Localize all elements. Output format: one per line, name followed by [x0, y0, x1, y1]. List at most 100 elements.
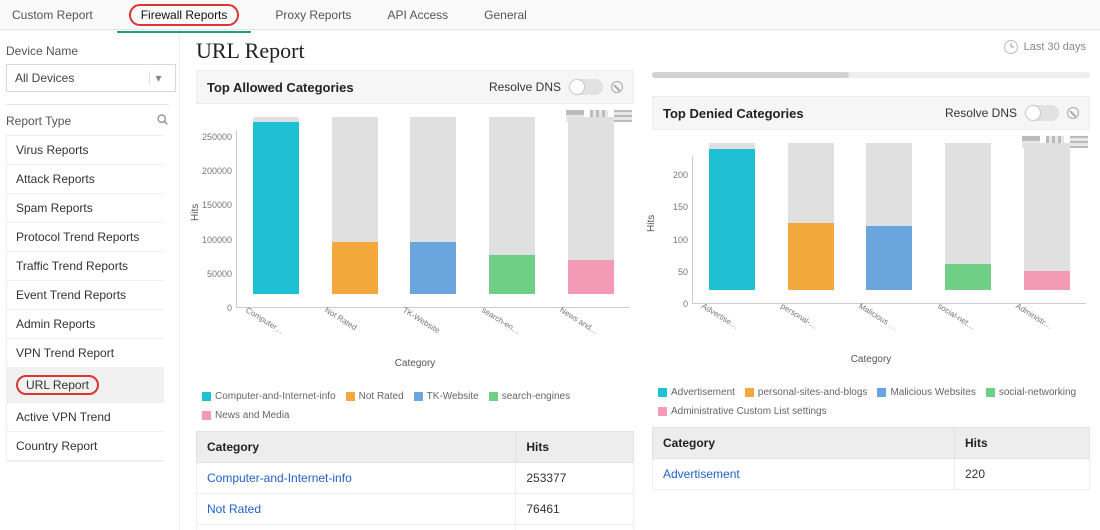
report-item[interactable]: Traffic Trend Reports	[7, 252, 164, 281]
category-link[interactable]: Not Rated	[197, 494, 516, 525]
table-row: Not Rated76461	[197, 494, 634, 525]
resolve-dns-toggle-allowed[interactable]	[569, 79, 603, 95]
category-link[interactable]: Advertisement	[653, 459, 955, 490]
bar: Advertisement	[693, 143, 772, 303]
bar-x-label: TK-Website	[389, 298, 441, 335]
report-item[interactable]: Event Trend Reports	[7, 281, 164, 310]
hits-cell: 76461	[516, 494, 634, 525]
y-tick: 50000	[207, 269, 232, 279]
time-range[interactable]: Last 30 days	[1004, 40, 1086, 54]
highlight-selected-report: URL Report	[16, 375, 99, 395]
tab-custom-report[interactable]: Custom Report	[6, 2, 99, 28]
report-item[interactable]: Virus Reports	[7, 136, 164, 165]
legend-swatch-icon	[658, 388, 667, 397]
legend-item: search-engines	[489, 391, 570, 402]
legend-item: Administrative Custom List settings	[658, 406, 827, 417]
bar: personal-sites-and...	[772, 143, 851, 303]
allowed-x-axis-label: Category	[196, 358, 634, 369]
search-icon[interactable]	[156, 113, 169, 129]
table-row: TK-Website76120	[197, 525, 634, 530]
col-hits[interactable]: Hits	[516, 432, 634, 463]
legend-item: TK-Website	[414, 391, 479, 402]
denied-panel: Top Denied Categories Resolve DNS 050100…	[652, 70, 1090, 530]
bar: Not Rated	[316, 117, 395, 307]
denied-table: Category Hits Advertisement220	[652, 427, 1090, 490]
device-select-value: All Devices	[15, 71, 74, 85]
y-tick: 50	[678, 267, 688, 277]
y-tick: 150	[673, 202, 688, 212]
bar: Malicious Websites	[850, 143, 929, 303]
bar-x-label: search-engines	[468, 298, 522, 336]
report-item[interactable]: Spam Reports	[7, 194, 164, 223]
report-item[interactable]: Admin Reports	[7, 310, 164, 339]
tab-firewall-reports[interactable]: Firewall Reports	[123, 0, 246, 32]
y-tick: 100000	[202, 235, 232, 245]
legend-swatch-icon	[414, 392, 423, 401]
bar: Computer-and-Inter...	[237, 117, 316, 307]
tab-api-access[interactable]: API Access	[381, 2, 454, 28]
bar: search-engines	[473, 117, 552, 307]
hits-cell: 76120	[516, 525, 634, 530]
report-item[interactable]: VPN Trend Report	[7, 339, 164, 368]
mini-scrollbar[interactable]	[652, 72, 1090, 78]
report-type-list[interactable]: Virus ReportsAttack ReportsSpam ReportsP…	[6, 135, 164, 462]
col-category[interactable]: Category	[653, 428, 955, 459]
prohibit-icon[interactable]	[611, 81, 623, 93]
bar: social-networking	[929, 143, 1008, 303]
hits-cell: 220	[955, 459, 1090, 490]
bar: Administrative...	[1007, 143, 1086, 303]
report-item[interactable]: Country Report	[7, 432, 164, 461]
top-tabs: Custom Report Firewall Reports Proxy Rep…	[0, 0, 1100, 30]
allowed-table: Category Hits Computer-and-Internet-info…	[196, 431, 634, 530]
legend-swatch-icon	[745, 388, 754, 397]
category-link[interactable]: Computer-and-Internet-info	[197, 463, 516, 494]
y-tick: 100	[673, 235, 688, 245]
y-tick: 0	[683, 299, 688, 309]
resolve-dns-toggle-denied[interactable]	[1025, 105, 1059, 121]
report-item[interactable]: URL Report	[7, 368, 164, 403]
page-title: URL Report	[196, 38, 1090, 64]
bar-x-label: Not Rated	[311, 298, 358, 332]
legend-item: social-networking	[986, 387, 1076, 398]
denied-x-axis-label: Category	[652, 354, 1090, 365]
y-tick: 0	[227, 303, 232, 313]
denied-y-axis-label: Hits	[646, 215, 657, 232]
tab-general[interactable]: General	[478, 2, 533, 28]
y-tick: 200000	[202, 166, 232, 176]
sidebar-divider	[6, 104, 169, 105]
bar: TK-Website	[394, 117, 473, 307]
prohibit-icon[interactable]	[1067, 107, 1079, 119]
allowed-panel: Top Allowed Categories Resolve DNS 05000…	[196, 70, 634, 530]
bar-x-label: Malicious Websites	[845, 294, 899, 332]
denied-panel-title: Top Denied Categories	[663, 106, 804, 121]
device-select[interactable]: All Devices ▾	[6, 64, 176, 92]
report-item[interactable]: Attack Reports	[7, 165, 164, 194]
report-type-label: Report Type	[6, 114, 71, 128]
bar: News and Media	[551, 117, 630, 307]
sidebar: Device Name All Devices ▾ Report Type Vi…	[0, 30, 180, 530]
legend-swatch-icon	[202, 392, 211, 401]
bar-x-label: Computer-and-Inter...	[232, 298, 286, 336]
tab-proxy-reports[interactable]: Proxy Reports	[269, 2, 357, 28]
highlight-firewall-tab: Firewall Reports	[129, 4, 240, 26]
device-name-label: Device Name	[6, 44, 169, 58]
bar-x-label: social-networking	[924, 294, 978, 332]
y-tick: 150000	[202, 200, 232, 210]
report-item[interactable]: Protocol Trend Reports	[7, 223, 164, 252]
category-link[interactable]: TK-Website	[197, 525, 516, 530]
col-hits[interactable]: Hits	[955, 428, 1090, 459]
legend-item: News and Media	[202, 410, 289, 421]
y-tick: 200	[673, 170, 688, 180]
legend-swatch-icon	[658, 407, 667, 416]
time-range-label: Last 30 days	[1024, 41, 1086, 53]
legend-swatch-icon	[346, 392, 355, 401]
legend-item: Not Rated	[346, 391, 404, 402]
chevron-down-icon: ▾	[149, 71, 167, 85]
table-row: Advertisement220	[653, 459, 1090, 490]
hits-cell: 253377	[516, 463, 634, 494]
clock-icon	[1004, 40, 1018, 54]
denied-legend: Advertisementpersonal-sites-and-blogsMal…	[652, 387, 1090, 417]
report-item[interactable]: Active VPN Trend	[7, 403, 164, 432]
col-category[interactable]: Category	[197, 432, 516, 463]
allowed-legend: Computer-and-Internet-infoNot RatedTK-We…	[196, 391, 634, 421]
